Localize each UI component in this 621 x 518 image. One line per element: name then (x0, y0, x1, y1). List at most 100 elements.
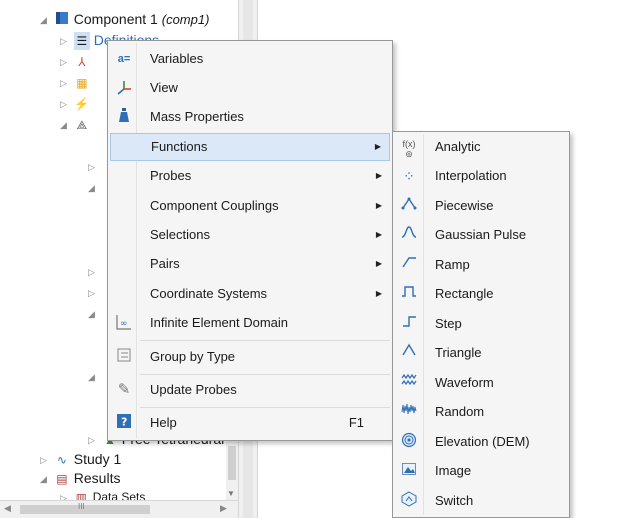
update-probes-icon: ✎ (117, 381, 131, 398)
menu-separator (140, 407, 390, 408)
menu-item-selections[interactable]: Selections ▶ (110, 221, 390, 249)
submenu-arrow-icon: ▶ (375, 171, 382, 180)
menu-item-view[interactable]: View (110, 74, 390, 102)
tree-node-mesh-child[interactable]: ▷ (88, 283, 98, 301)
results-icon: ▤ (56, 472, 68, 487)
menu-item-functions[interactable]: Functions ▶ (110, 133, 390, 161)
submenu-item-triangle[interactable]: Triangle (395, 339, 567, 367)
scroll-right-icon[interactable]: ▶ (220, 503, 227, 514)
help-icon: ? (114, 413, 134, 433)
menu-item-help[interactable]: ? Help F1 (110, 409, 390, 437)
menu-separator (140, 340, 390, 341)
submenu-item-interpolation[interactable]: ⁘ Interpolation (395, 162, 567, 190)
submenu-item-elevation[interactable]: Elevation (DEM) (395, 428, 567, 456)
submenu-arrow-icon: ▶ (375, 230, 382, 239)
physics-icon: ⚡ (74, 97, 90, 112)
tree-node-mesh-child[interactable]: ▷ (88, 157, 98, 175)
waveform-icon (399, 373, 419, 393)
collapsed-triangle-icon[interactable]: ▷ (60, 53, 70, 71)
expanded-triangle-icon[interactable]: ◢ (40, 470, 50, 488)
random-icon (399, 402, 419, 422)
component-icon (54, 11, 70, 30)
expanded-triangle-icon[interactable]: ◢ (60, 116, 70, 134)
mass-properties-icon (114, 107, 134, 127)
submenu-item-rectangle[interactable]: Rectangle (395, 280, 567, 308)
tree-node-mesh[interactable]: ◢ ⟁ (60, 115, 90, 133)
tree-node-results[interactable]: ◢ ▤ Results (40, 469, 120, 487)
scroll-down-icon[interactable]: ▼ (227, 489, 235, 498)
tree-vertical-scrollbar[interactable]: ▼ (226, 440, 238, 500)
menu-item-mass-properties[interactable]: Mass Properties (110, 103, 390, 131)
menu-item-pairs[interactable]: Pairs ▶ (110, 250, 390, 278)
switch-icon (399, 491, 419, 511)
mesh-icon: ⟁ (76, 118, 88, 133)
context-menu: a= Variables View Mass Properties Functi… (107, 40, 393, 441)
menu-item-component-couplings[interactable]: Component Couplings ▶ (110, 192, 390, 220)
tree-node-materials[interactable]: ▷ ▦ (60, 73, 90, 91)
view-axes-icon (114, 78, 134, 98)
tree-node-physics[interactable]: ▷ ⚡ (60, 94, 90, 112)
variables-icon: a= (117, 53, 131, 65)
svg-text:?: ? (121, 416, 127, 429)
tree-node-mesh-child[interactable]: ▷ (88, 262, 98, 280)
collapsed-triangle-icon: ▷ (88, 267, 95, 278)
expanded-triangle-icon[interactable]: ◢ (40, 11, 50, 29)
collapsed-triangle-icon[interactable]: ▷ (88, 431, 98, 449)
triangle-icon (399, 343, 419, 363)
tree-node-mesh-child[interactable]: ◢ (88, 367, 98, 385)
submenu-arrow-icon: ▶ (375, 259, 382, 268)
tree-node-study[interactable]: ▷ ∿ Study 1 (40, 450, 121, 468)
submenu-arrow-icon: ▶ (375, 289, 382, 298)
geometry-icon: ⅄ (78, 55, 86, 70)
image-icon (399, 461, 419, 481)
collapsed-triangle-icon: ▷ (88, 162, 95, 173)
submenu-arrow-icon: ▶ (375, 201, 382, 210)
submenu-arrow-icon: ▶ (374, 142, 381, 151)
help-shortcut: F1 (348, 415, 364, 430)
submenu-item-waveform[interactable]: Waveform (395, 369, 567, 397)
submenu-item-random[interactable]: Random (395, 398, 567, 426)
submenu-item-analytic[interactable]: f(x) ⊚ Analytic (395, 133, 567, 161)
expanded-triangle-icon: ◢ (88, 183, 95, 194)
infinite-element-icon: ∞ (114, 313, 134, 333)
gaussian-pulse-icon (399, 225, 419, 245)
scroll-left-icon[interactable]: ◀ (4, 503, 11, 514)
submenu-item-piecewise[interactable]: Piecewise (395, 192, 567, 220)
elevation-icon (399, 432, 419, 452)
submenu-item-gaussian-pulse[interactable]: Gaussian Pulse (395, 221, 567, 249)
collapsed-triangle-icon[interactable]: ▷ (60, 74, 70, 92)
materials-icon: ▦ (76, 76, 88, 91)
component-tag: (comp1) (161, 12, 210, 27)
horizontal-scrollbar-thumb[interactable]: III (20, 502, 150, 514)
expanded-triangle-icon: ◢ (88, 309, 95, 320)
rectangle-icon (399, 284, 419, 304)
scrollbar-grip: III (78, 502, 85, 511)
collapsed-triangle-icon[interactable]: ▷ (60, 32, 70, 50)
collapsed-triangle-icon[interactable]: ▷ (60, 95, 70, 113)
menu-item-infinite-element-domain[interactable]: ∞ Infinite Element Domain (110, 309, 390, 337)
tree-horizontal-scrollbar[interactable]: ◀ III ▶ (0, 500, 238, 518)
menu-item-group-by-type[interactable]: Group by Type (110, 343, 390, 371)
menu-item-update-probes[interactable]: ✎ Update Probes (110, 376, 390, 404)
menu-item-variables[interactable]: a= Variables (110, 45, 390, 73)
expanded-triangle-icon: ◢ (88, 372, 95, 383)
menu-item-coordinate-systems[interactable]: Coordinate Systems ▶ (110, 280, 390, 308)
menu-item-probes[interactable]: Probes ▶ (110, 162, 390, 190)
submenu-item-switch[interactable]: Switch (395, 487, 567, 515)
ramp-icon (399, 255, 419, 275)
submenu-item-image[interactable]: Image (395, 457, 567, 485)
submenu-item-step[interactable]: Step (395, 310, 567, 338)
interpolation-icon: ⁘ (403, 168, 415, 184)
tree-node-component[interactable]: ◢ Component 1 (comp1) (40, 10, 209, 28)
tree-node-mesh-child[interactable]: ◢ (88, 178, 98, 196)
menu-separator (140, 374, 390, 375)
group-by-type-icon (114, 347, 134, 367)
tree-node-geometry[interactable]: ▷ ⅄ (60, 52, 90, 70)
scrollbar-thumb[interactable] (228, 446, 236, 480)
submenu-item-ramp[interactable]: Ramp (395, 251, 567, 279)
collapsed-triangle-icon: ▷ (88, 288, 95, 299)
collapsed-triangle-icon[interactable]: ▷ (40, 451, 50, 469)
tree-node-mesh-child[interactable]: ◢ (88, 304, 98, 322)
component-label: Component 1 (73, 11, 158, 27)
analytic-icon: f(x) ⊚ (402, 139, 416, 159)
